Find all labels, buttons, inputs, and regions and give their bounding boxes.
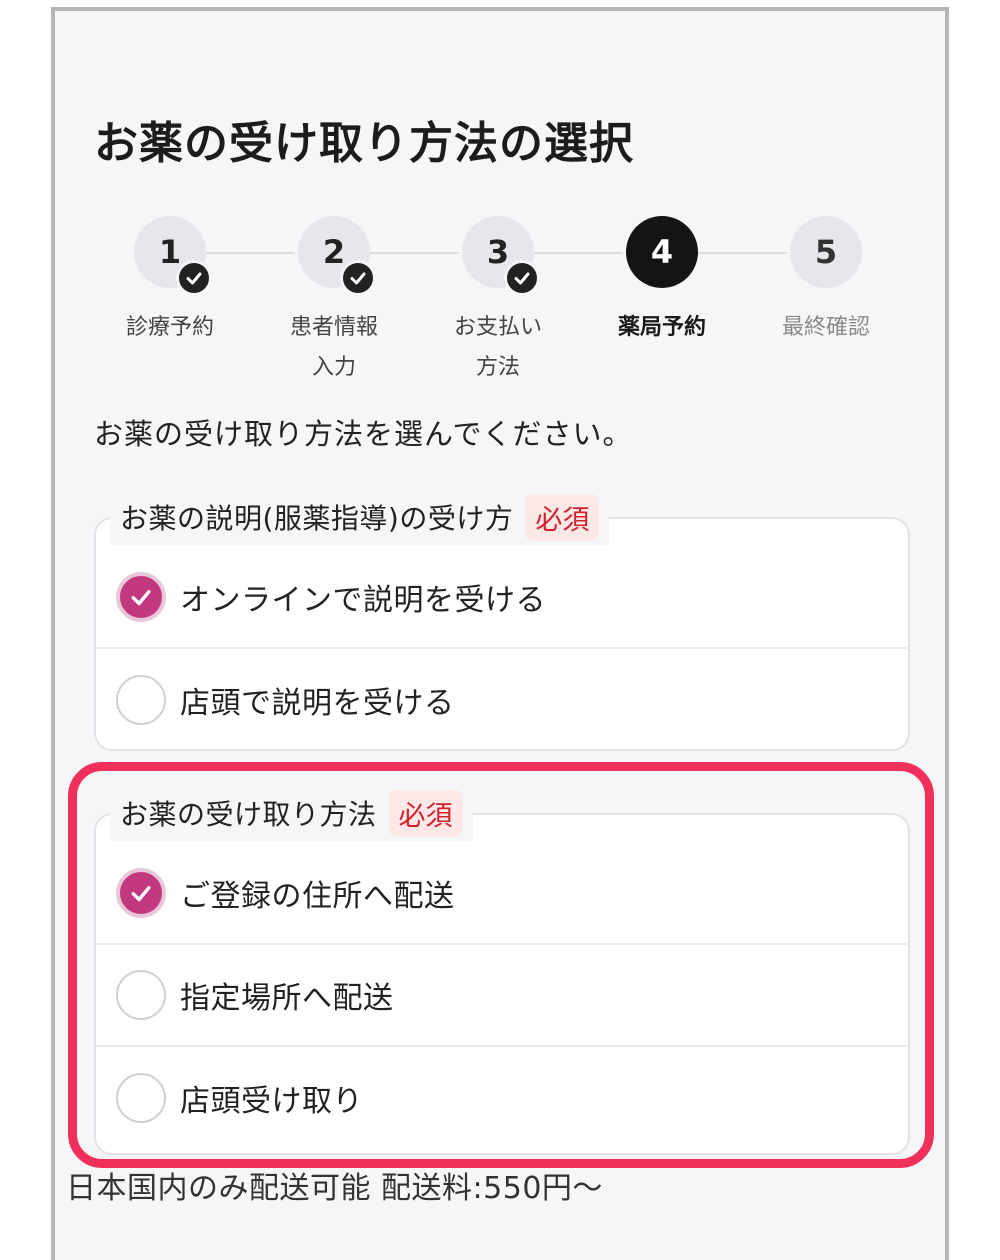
step-label-line: 最終確認 xyxy=(781,315,870,340)
step-number: 3 xyxy=(486,233,510,271)
check-icon xyxy=(340,260,376,296)
step-label-line: 方法 xyxy=(475,355,520,380)
option-label: 店頭で説明を受ける xyxy=(180,686,455,721)
step-circle: 4 xyxy=(626,216,698,288)
step-label-line: 患者情報 xyxy=(289,315,378,340)
shipping-note: 日本国内のみ配送可能 配送料:550円〜 xyxy=(66,1171,603,1206)
step-circle: 5 xyxy=(790,216,862,288)
option-label: ご登録の住所へ配送 xyxy=(180,879,455,914)
required-badge: 必須 xyxy=(525,493,600,541)
group-legend-text: お薬の受け取り方法 xyxy=(120,798,377,831)
option-registered-address[interactable]: ご登録の住所へ配送 xyxy=(96,843,908,945)
app-screen: お薬の受け取り方法の選択 1 診療予約 2 患者情報 入力 3 お支払い 方法 … xyxy=(51,7,949,1260)
step-label: 薬局予約 xyxy=(597,308,727,348)
step-5: 5 最終確認 xyxy=(761,216,891,348)
option-online-guidance[interactable]: オンラインで説明を受ける xyxy=(96,547,908,649)
guidance-method-group: お薬の説明(服薬指導)の受け方 必須 オンラインで説明を受ける 店頭で説明を受け… xyxy=(94,489,910,751)
step-1: 1 診療予約 xyxy=(105,216,235,348)
step-circle: 2 xyxy=(298,216,376,296)
step-label-line: 薬局予約 xyxy=(617,315,706,340)
radio-checked[interactable] xyxy=(116,868,166,918)
progress-stepper: 1 診療予約 2 患者情報 入力 3 お支払い 方法 4 薬局予約 5 最終確認 xyxy=(55,216,945,386)
group-legend: お薬の説明(服薬指導)の受け方 必須 xyxy=(110,489,610,545)
step-label-line: 診療予約 xyxy=(125,315,214,340)
step-number: 5 xyxy=(814,233,838,271)
check-icon xyxy=(131,590,151,606)
option-specified-location[interactable]: 指定場所へ配送 xyxy=(96,945,908,1047)
pickup-method-group: お薬の受け取り方法 必須 ご登録の住所へ配送 指定場所へ配送 店頭受け取り xyxy=(94,785,910,1155)
step-number: 2 xyxy=(322,233,346,271)
step-3: 3 お支払い 方法 xyxy=(433,216,563,388)
check-icon xyxy=(504,260,540,296)
option-store-guidance[interactable]: 店頭で説明を受ける xyxy=(96,649,908,751)
step-label-line: お支払い xyxy=(453,315,542,340)
step-number: 1 xyxy=(158,233,182,271)
radio-unchecked[interactable] xyxy=(116,1073,166,1123)
step-circle: 1 xyxy=(134,216,212,296)
radio-checked[interactable] xyxy=(116,572,166,622)
step-label: 患者情報 入力 xyxy=(269,308,399,388)
option-label: 指定場所へ配送 xyxy=(180,981,394,1016)
option-label: 店頭受け取り xyxy=(180,1084,363,1119)
step-4: 4 薬局予約 xyxy=(597,216,727,348)
radio-unchecked[interactable] xyxy=(116,970,166,1020)
option-label: オンラインで説明を受ける xyxy=(180,583,546,618)
instruction-text: お薬の受け取り方法を選んでください。 xyxy=(94,417,633,451)
step-label: 最終確認 xyxy=(761,308,891,348)
group-legend: お薬の受け取り方法 必須 xyxy=(110,785,473,841)
required-badge: 必須 xyxy=(388,789,463,837)
step-number: 4 xyxy=(650,233,674,271)
step-label: お支払い 方法 xyxy=(433,308,563,388)
step-circle: 3 xyxy=(462,216,540,296)
step-label: 診療予約 xyxy=(105,308,235,348)
page-title: お薬の受け取り方法の選択 xyxy=(94,118,634,169)
step-2: 2 患者情報 入力 xyxy=(269,216,399,388)
group-legend-text: お薬の説明(服薬指導)の受け方 xyxy=(120,502,514,535)
check-icon xyxy=(131,886,151,902)
step-label-line: 入力 xyxy=(311,355,356,380)
radio-unchecked[interactable] xyxy=(116,675,166,725)
option-store-pickup[interactable]: 店頭受け取り xyxy=(96,1047,908,1149)
check-icon xyxy=(176,260,212,296)
